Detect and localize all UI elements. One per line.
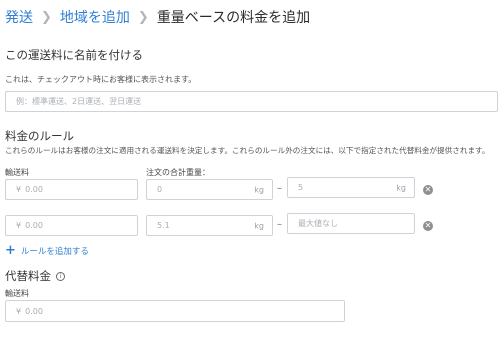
rule-2-max-weight-input[interactable]: 最大値なし (287, 213, 415, 234)
info-icon[interactable]: i (56, 271, 65, 281)
fallback-section-title: 代替料金 (5, 269, 51, 283)
plus-icon: + (5, 243, 16, 258)
add-rule-button[interactable]: + ルールを追加する (5, 243, 89, 258)
rate-name-placeholder: 例：標準運送、2日運送、翌日運送 (16, 97, 142, 106)
rule-2-min-weight-value: 5.1 (157, 221, 170, 230)
rule-1-max-weight-value: 5 (298, 183, 304, 192)
name-section-description: これは、チェックアウト時にお客様に表示されます。 (5, 75, 197, 84)
remove-circle-icon[interactable]: ✕ (423, 221, 433, 231)
page-title: 重量ベースの料金を追加 (156, 10, 311, 26)
remove-circle-icon[interactable]: ✕ (423, 185, 433, 195)
weight-unit: kg (396, 183, 406, 192)
rule-2-rate-placeholder: 0.00 (25, 221, 43, 230)
name-section-title: この運送料に名前を付ける (5, 48, 143, 62)
fallback-rate-label: 輸送料 (5, 289, 29, 298)
fallback-section-heading: 代替料金 i (5, 268, 65, 284)
rule-2-min-weight-input[interactable]: 5.1 kg (146, 215, 273, 236)
currency-prefix: ¥ (16, 221, 22, 230)
rate-column-label: 輸送料 (5, 168, 29, 177)
weight-unit: kg (254, 185, 264, 194)
chevron-right-icon: ❯ (41, 10, 52, 25)
fallback-rate-input[interactable]: ¥ 0.00 (5, 300, 345, 322)
range-separator: – (277, 183, 282, 194)
currency-prefix: ¥ (16, 306, 22, 316)
breadcrumb: 発送 ❯ 地域を追加 ❯ 重量ベースの料金を追加 (5, 8, 310, 28)
rule-1-rate-input[interactable]: ¥ 0.00 (5, 179, 138, 200)
rules-section-title: 料金のルール (5, 129, 74, 143)
range-separator: – (277, 219, 282, 230)
weight-unit: kg (254, 221, 264, 230)
rule-1-min-weight-input[interactable]: 0 kg (146, 179, 273, 200)
breadcrumb-link-shipping[interactable]: 発送 (5, 8, 33, 28)
shipping-rate-page: 発送 ❯ 地域を追加 ❯ 重量ベースの料金を追加 この運送料に名前を付ける これ… (0, 0, 500, 341)
rule-1-max-weight-input[interactable]: 5 kg (287, 177, 415, 198)
rule-2-max-weight-placeholder: 最大値なし (298, 219, 338, 228)
weight-column-label: 注文の合計重量： (146, 168, 210, 177)
chevron-right-icon: ❯ (137, 10, 149, 25)
fallback-rate-placeholder: 0.00 (25, 306, 43, 316)
currency-prefix: ¥ (16, 185, 22, 194)
rule-1-min-weight-value: 0 (157, 185, 163, 194)
add-rule-label: ルールを追加する (20, 247, 89, 257)
rules-section-description: これらのルールはお客様の注文に適用される運送料を決定します。これらのルール外の注… (5, 146, 490, 155)
rule-2-rate-input[interactable]: ¥ 0.00 (5, 215, 138, 236)
rule-1-rate-placeholder: 0.00 (25, 185, 43, 194)
rate-name-input[interactable]: 例：標準運送、2日運送、翌日運送 (5, 91, 498, 112)
breadcrumb-link-add-zone[interactable]: 地域を追加 (60, 8, 130, 28)
